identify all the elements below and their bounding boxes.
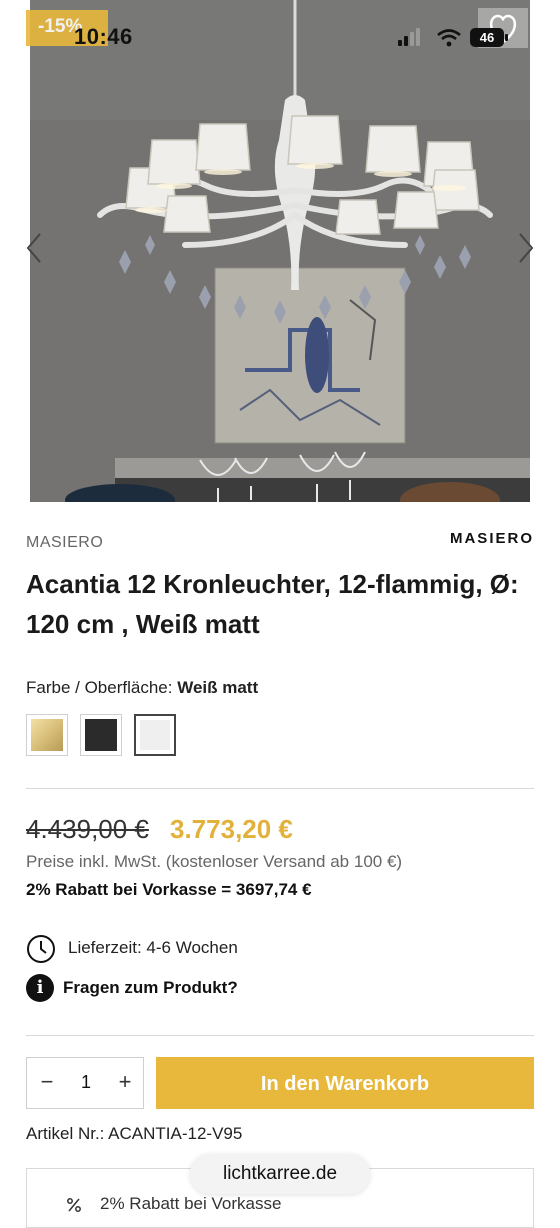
status-bar: 10:46 46 bbox=[0, 0, 560, 70]
wifi-icon bbox=[437, 29, 461, 47]
vat-note: Preise inkl. MwSt. (kostenloser Versand … bbox=[26, 852, 403, 871]
sku: Artikel Nr.: ACANTIA-12-V95 bbox=[26, 1124, 243, 1143]
chevron-right-icon bbox=[519, 233, 534, 263]
swatch-gold[interactable] bbox=[26, 714, 68, 756]
quantity-stepper[interactable]: − 1 + bbox=[26, 1057, 144, 1109]
info-icon: i bbox=[26, 974, 54, 1002]
quantity-input[interactable]: 1 bbox=[69, 1072, 103, 1093]
delivery-text: Lieferzeit: 4-6 Wochen bbox=[68, 938, 238, 957]
status-icons: 46 bbox=[396, 26, 536, 50]
chandelier-photo bbox=[30, 0, 530, 502]
color-selection-label: Farbe / Oberfläche: Weiß matt bbox=[26, 678, 258, 698]
swatch-white-matt[interactable] bbox=[134, 714, 176, 756]
address-bar[interactable]: lichtkarree.de bbox=[190, 1154, 370, 1194]
product-gallery[interactable]: -15% bbox=[0, 0, 560, 510]
brand-name[interactable]: MASIERO bbox=[26, 534, 103, 552]
svg-text:46: 46 bbox=[480, 30, 494, 45]
price-new: 3.773,20 € bbox=[170, 814, 293, 844]
divider bbox=[26, 1035, 534, 1036]
status-time: 10:46 bbox=[74, 24, 133, 49]
promo-text: 2% Rabatt bei Vorkasse bbox=[100, 1194, 282, 1213]
brand-row: MASIERO MASIERO bbox=[26, 530, 534, 558]
cellular-signal-icon bbox=[398, 28, 420, 46]
color-label: Farbe / Oberfläche: bbox=[26, 678, 173, 697]
percent-icon bbox=[67, 1198, 81, 1212]
product-image[interactable] bbox=[30, 0, 530, 502]
divider bbox=[26, 788, 534, 789]
gallery-next-button[interactable] bbox=[516, 228, 536, 268]
clock-icon bbox=[27, 935, 55, 963]
color-value: Weiß matt bbox=[177, 678, 259, 697]
product-title: Acantia 12 Kronleuchter, 12-flammig, Ø: … bbox=[26, 569, 519, 639]
price-old: 4.439,00 € bbox=[26, 814, 149, 844]
battery-icon: 46 bbox=[470, 28, 508, 47]
gallery-prev-button[interactable] bbox=[24, 228, 44, 268]
prepay-discount: 2% Rabatt bei Vorkasse = 3697,74 € bbox=[26, 880, 312, 899]
chevron-left-icon bbox=[26, 233, 41, 263]
quantity-decrease-button[interactable]: − bbox=[37, 1070, 57, 1094]
quantity-increase-button[interactable]: + bbox=[115, 1070, 135, 1094]
swatch-black[interactable] bbox=[80, 714, 122, 756]
add-to-cart-button[interactable]: In den Warenkorb bbox=[156, 1057, 534, 1109]
questions-text[interactable]: Fragen zum Produkt? bbox=[63, 978, 238, 998]
brand-logo[interactable]: MASIERO bbox=[450, 530, 534, 547]
